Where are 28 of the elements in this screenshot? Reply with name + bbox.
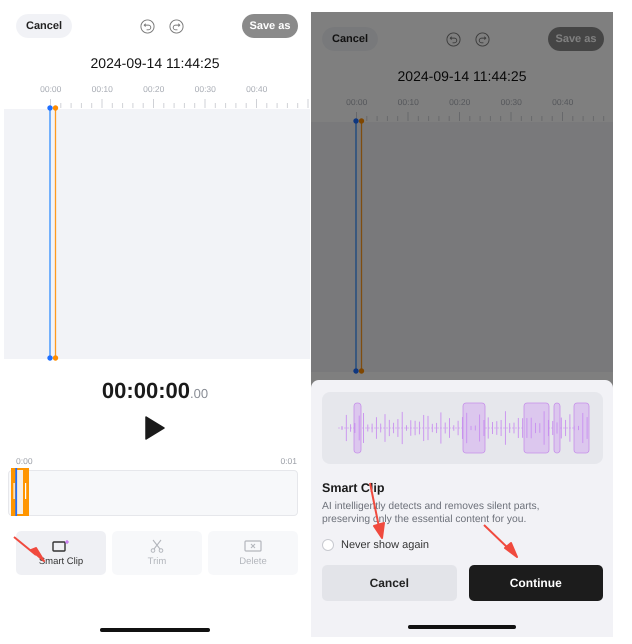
redo-icon[interactable] — [169, 18, 184, 34]
playhead-drawing[interactable] — [353, 118, 367, 374]
arrow-annotation — [483, 524, 518, 558]
playback-timer: 00:00:00.00 — [102, 378, 208, 404]
cancel-button[interactable]: Cancel — [322, 27, 378, 51]
ruler-label: 00:10 — [90, 84, 114, 95]
undo-icon[interactable] — [140, 18, 156, 34]
clip-handle[interactable] — [11, 468, 29, 516]
clip-end-time: 0:01 — [280, 456, 297, 467]
ruler-label: 00:40 — [245, 84, 268, 95]
play-icon[interactable] — [145, 416, 165, 440]
scissors-icon — [148, 539, 166, 553]
undo-icon[interactable] — [446, 32, 462, 46]
never-show-option[interactable]: Never show again — [322, 537, 603, 553]
radio-button[interactable] — [322, 539, 334, 551]
ruler-label: 00:00 — [39, 84, 62, 95]
playhead-drawing[interactable] — [47, 105, 61, 361]
recording-timestamp: 2024-09-14 11:44:25 — [90, 54, 220, 72]
delete-icon — [244, 539, 262, 553]
redo-icon[interactable] — [475, 32, 490, 46]
cancel-button[interactable]: Cancel — [16, 14, 72, 38]
clip-start-time: 0:00 — [16, 456, 33, 467]
sparkle-frame-icon — [52, 539, 70, 553]
continue-button[interactable]: Continue — [468, 565, 603, 601]
cancel-button[interactable]: Cancel — [322, 565, 456, 601]
ruler-label: 00:30 — [194, 84, 217, 95]
ruler-label: 00:20 — [142, 84, 166, 95]
recording-timestamp: 2024-09-14 11:44:25 — [396, 67, 528, 85]
